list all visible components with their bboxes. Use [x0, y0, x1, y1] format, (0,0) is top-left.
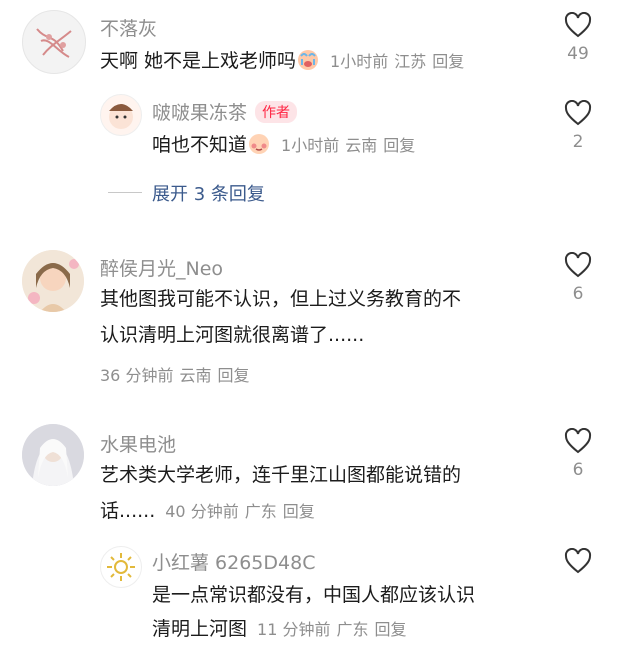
reply-location: 广东: [336, 620, 369, 639]
crying-face-icon: [296, 47, 320, 82]
reply-time: 11 分钟前: [257, 620, 331, 639]
reply-text-row2: 清明上河图 11 分钟前 广东 回复: [152, 612, 413, 647]
like-count: 49: [567, 44, 589, 64]
heart-icon: [564, 548, 592, 574]
avatar[interactable]: [22, 250, 84, 312]
avatar[interactable]: [22, 10, 86, 74]
reply-header: 啵啵果冻茶 作者: [152, 98, 298, 125]
like-count: 6: [572, 284, 584, 304]
comment-text-line2: 认识清明上河图就很离谱了......: [100, 324, 365, 346]
reply-button[interactable]: 回复: [432, 52, 464, 71]
reply-text-line2: 清明上河图: [152, 618, 248, 640]
reply-like-button[interactable]: [558, 548, 598, 574]
heart-icon: [564, 12, 592, 38]
like-button[interactable]: 6: [558, 428, 598, 480]
avatar[interactable]: [22, 424, 84, 486]
comment-location: 云南: [179, 366, 212, 385]
comment-text: 天啊 她不是上戏老师吗: [100, 50, 297, 72]
username[interactable]: 水果电池: [100, 430, 176, 457]
comment-location: 广东: [244, 502, 277, 521]
reply-reply-button[interactable]: 回复: [374, 620, 406, 639]
reply-text-row: 咱也不知道 1小时前 云南 回复: [152, 128, 421, 166]
comment-meta: 36 分钟前 云南 回复: [100, 362, 255, 386]
username[interactable]: 不落灰: [100, 14, 157, 41]
reply-like-count: 2: [572, 132, 584, 152]
reply-reply-button[interactable]: 回复: [383, 136, 415, 155]
reply-location: 云南: [345, 136, 378, 155]
comment-time: 36 分钟前: [100, 366, 174, 385]
heart-icon: [564, 428, 592, 454]
expand-replies-button[interactable]: 展开 3 条回复: [152, 180, 265, 206]
comment-text-line1: 其他图我可能不认识，但上过义务教育的不: [100, 288, 462, 310]
expand-divider: [108, 192, 142, 193]
reply-avatar[interactable]: [100, 94, 142, 136]
author-badge: 作者: [255, 101, 298, 123]
reply-button[interactable]: 回复: [217, 366, 249, 385]
like-button[interactable]: 6: [558, 252, 598, 304]
blush-face-icon: [247, 131, 271, 166]
reply-text: 咱也不知道: [152, 134, 248, 156]
comment-time: 40 分钟前: [165, 502, 239, 521]
reply-username[interactable]: 啵啵果冻茶: [152, 102, 247, 124]
comment-text-line2: 话......: [100, 500, 156, 522]
heart-icon: [564, 252, 592, 278]
reply-time: 1小时前: [281, 136, 340, 155]
comment-location: 江苏: [394, 52, 427, 71]
username[interactable]: 醉侯月光_Neo: [100, 254, 223, 281]
heart-icon: [564, 100, 592, 126]
comment-text-line1: 艺术类大学老师，连千里江山图都能说错的: [100, 464, 462, 486]
reply-like-button[interactable]: 2: [558, 100, 598, 152]
comment-time: 1小时前: [330, 52, 389, 71]
like-button[interactable]: 49: [558, 12, 598, 64]
reply-username[interactable]: 小红薯 6265D48C: [152, 548, 315, 575]
reply-text-line1: 是一点常识都没有，中国人都应该认识: [152, 584, 476, 606]
comment-text-row2: 话...... 40 分钟前 广东 回复: [100, 494, 321, 529]
reply-avatar[interactable]: [100, 546, 142, 588]
comment-text-row: 天啊 她不是上戏老师吗 1小时前 江苏 回复: [100, 44, 470, 82]
reply-button[interactable]: 回复: [283, 502, 315, 521]
like-count: 6: [572, 460, 584, 480]
